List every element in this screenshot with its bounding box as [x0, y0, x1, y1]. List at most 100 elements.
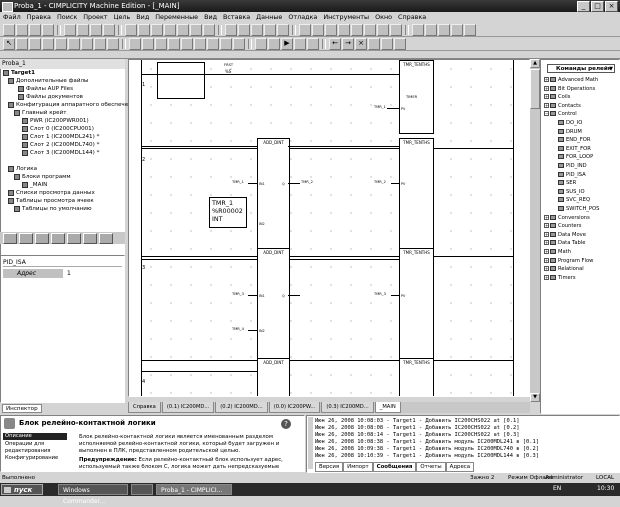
palette-dropdown[interactable]: Команды релейн ▼ [547, 64, 615, 73]
tree-target[interactable]: Target1 [3, 69, 35, 77]
task-button[interactable]: Windows Commander... [58, 484, 128, 505]
scroll-up-icon[interactable]: ▲ [530, 59, 540, 68]
palette-item[interactable]: + Data Table [544, 239, 585, 247]
expand-icon[interactable]: + [544, 231, 549, 237]
palette-item[interactable]: SVC_REQ [558, 196, 590, 204]
start-button[interactable]: пуск [1, 484, 43, 495]
close-button[interactable]: × [605, 1, 618, 12]
palette-item[interactable]: + Contacts [544, 102, 581, 110]
forward-icon[interactable] [425, 23, 437, 36]
expand-icon[interactable]: + [544, 223, 549, 229]
refresh-icon[interactable] [451, 23, 463, 36]
tree-item[interactable]: Главный крейт [14, 109, 66, 117]
tree-item[interactable]: Файлы AUP Files [18, 85, 73, 93]
step-icon[interactable] [307, 37, 319, 50]
expand-icon[interactable]: + [544, 85, 549, 91]
palette-item[interactable]: + Conversions [544, 214, 590, 222]
menu-tools[interactable]: Инструменты [320, 12, 372, 23]
run-icon[interactable] [377, 23, 389, 36]
tab-module-2[interactable]: (0.2) IC200MD... [215, 402, 268, 413]
timer-block-1[interactable]: TMR_TENTHS TIMER PV [399, 60, 434, 134]
tree-item[interactable]: Дополнительные файлы [8, 77, 88, 85]
menu-variables[interactable]: Переменные [152, 12, 201, 23]
palette-item[interactable]: PID_IND [558, 162, 587, 170]
palette-item[interactable]: + Data Move [544, 231, 586, 239]
tab-module-pwr[interactable]: (0.0) IC200PW... [268, 402, 321, 413]
menu-insert[interactable]: Вставка [220, 12, 253, 23]
menu-edit[interactable]: Правка [24, 12, 54, 23]
tab-variables[interactable] [19, 233, 33, 244]
timer-block-3[interactable]: TMR_TENTHS PV [399, 248, 434, 360]
help-link-edit[interactable]: Операции для редактирования [3, 441, 67, 455]
delete-icon[interactable] [103, 23, 115, 36]
online-icon[interactable] [351, 23, 363, 36]
tree-item[interactable]: Слот 2 (IC200MDL740) * [22, 141, 99, 149]
expand-icon[interactable]: + [544, 102, 549, 108]
help-icon[interactable] [464, 23, 476, 36]
delete-rung-icon[interactable] [268, 37, 280, 50]
palette-item[interactable]: FOR_LOOP [558, 153, 593, 161]
menu-file[interactable]: Файл [0, 12, 24, 23]
nav-back-icon[interactable]: ← [329, 37, 341, 50]
tree-item[interactable]: Файлы документов [18, 93, 83, 101]
expand-icon[interactable]: + [544, 77, 549, 82]
tab-reports[interactable]: Отчеты [416, 462, 446, 472]
menu-view[interactable]: Вид [133, 12, 152, 23]
save-icon[interactable] [29, 23, 41, 36]
jump-icon[interactable] [207, 37, 219, 50]
cut-icon[interactable] [64, 23, 76, 36]
expand-icon[interactable]: + [544, 257, 549, 263]
tab-inspector[interactable]: Инспектор [2, 404, 42, 413]
tab-utilities[interactable] [99, 233, 113, 244]
expand-icon[interactable]: + [544, 266, 549, 272]
comment-icon[interactable] [233, 37, 245, 50]
expand-icon[interactable]: + [544, 249, 549, 254]
set-coil-icon[interactable] [68, 37, 80, 50]
ladder-editor[interactable]: 1 2 3 4 FRST %S TMR_TENTHS TIMER PV TMR_… [128, 59, 530, 397]
contact-nc-icon[interactable] [29, 37, 41, 50]
compare-icon[interactable] [181, 37, 193, 50]
expand-icon[interactable]: + [544, 214, 549, 220]
download-icon[interactable] [190, 23, 202, 36]
menu-data[interactable]: Данные [253, 12, 285, 23]
palette-item[interactable]: SWITCH_POS [558, 205, 599, 213]
expand-icon[interactable]: + [544, 274, 549, 280]
target-icon[interactable] [164, 23, 176, 36]
negated-coil-icon[interactable] [55, 37, 67, 50]
replace-icon[interactable] [138, 23, 150, 36]
menu-project[interactable]: Проект [80, 12, 110, 23]
help-link-description[interactable]: Описание [3, 433, 67, 440]
expand-icon[interactable]: + [544, 240, 549, 246]
reset-coil-icon[interactable] [81, 37, 93, 50]
tab-options[interactable] [83, 233, 97, 244]
tree-item[interactable]: Слот 0 (IC200CPU001) [22, 125, 94, 133]
vertical-wire-icon[interactable] [107, 37, 119, 50]
tab-help[interactable]: Справка [128, 402, 161, 413]
coil-icon[interactable] [42, 37, 54, 50]
watch-icon[interactable] [325, 23, 337, 36]
add-block-3[interactable]: ADD_DINT [257, 358, 290, 396]
add-block-1[interactable]: ADD_DINT IN1 IN2 Q [257, 138, 290, 250]
project-name[interactable]: Proba_1 [2, 60, 26, 67]
minimize-button[interactable]: _ [577, 1, 590, 12]
tab-project[interactable] [3, 233, 17, 244]
tree-item[interactable]: Таблицы просмотра ячеек [8, 197, 94, 205]
tree-item[interactable]: Конфигурация аппаратного обеспечения [8, 101, 139, 109]
insert-rung-icon[interactable] [255, 37, 267, 50]
pause-icon[interactable] [294, 37, 306, 50]
new-icon[interactable] [3, 23, 15, 36]
open-icon[interactable] [16, 23, 28, 36]
zoom-out-icon[interactable] [264, 23, 276, 36]
project-icon[interactable] [151, 23, 163, 36]
menu-search[interactable]: Поиск [54, 12, 80, 23]
tab-modules[interactable] [67, 233, 81, 244]
tree-item-main[interactable]: _MAIN [22, 181, 47, 189]
menu-view-2[interactable]: Вид [201, 12, 220, 23]
selected-cell[interactable] [157, 62, 205, 99]
select-icon[interactable]: ↖ [3, 37, 15, 50]
back-icon[interactable] [412, 23, 424, 36]
tab-toolchest[interactable] [35, 233, 49, 244]
nav-refresh-icon[interactable] [381, 37, 393, 50]
offline-icon[interactable] [364, 23, 376, 36]
scroll-thumb[interactable] [530, 69, 540, 109]
